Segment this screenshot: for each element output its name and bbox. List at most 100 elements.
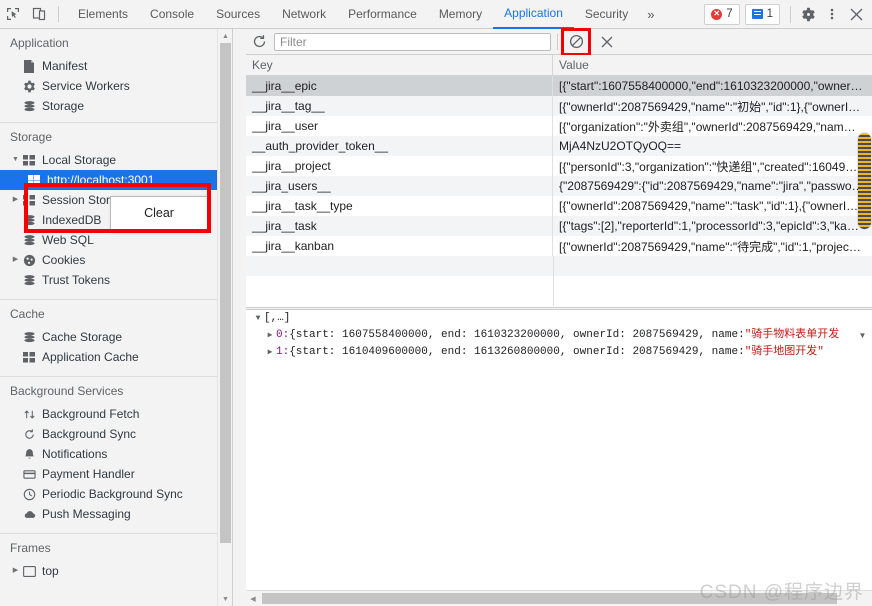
context-menu-item-clear[interactable]: Clear <box>111 197 207 229</box>
table-scroll-thumb[interactable] <box>858 133 871 229</box>
database-icon <box>21 274 37 287</box>
cell-value: [{"ownerId":2087569429,"name":"task","id… <box>559 199 859 213</box>
sidebar-item-label: IndexedDB <box>42 213 102 227</box>
sidebar-item-application-cache[interactable]: ▶ Application Cache <box>0 347 233 367</box>
refresh-icon[interactable] <box>246 30 272 54</box>
table-row[interactable]: __jira__tag__ [{"ownerId":2087569429,"na… <box>246 96 872 116</box>
sidebar-item-local-storage[interactable]: ▼ Local Storage <box>0 150 233 170</box>
cell-key: __jira__tag__ <box>246 96 553 116</box>
table-row[interactable]: __jira__task [{"tags":[2],"reporterId":1… <box>246 216 872 236</box>
column-header-value[interactable]: Value <box>553 55 872 75</box>
kebab-menu-icon[interactable] <box>820 2 844 26</box>
sidebar-item-service-workers[interactable]: ▶ Service Workers <box>0 76 233 96</box>
table-row[interactable]: __jira__project [{"personId":3,"organiza… <box>246 156 872 176</box>
collapse-arrow-icon[interactable]: ▼ <box>252 310 264 327</box>
tab-network[interactable]: Network <box>271 0 337 29</box>
sidebar-section-background-services: Background Services <box>10 384 124 398</box>
sidebar-scroll-thumb[interactable] <box>220 43 231 543</box>
sidebar-item-periodic-background-sync[interactable]: ▶ Periodic Background Sync <box>0 484 233 504</box>
cell-key: __jira__epic <box>246 76 553 96</box>
tab-console[interactable]: Console <box>139 0 205 29</box>
scroll-down-arrow-icon[interactable]: ▼ <box>218 592 233 606</box>
tab-application[interactable]: Application <box>493 0 574 29</box>
sidebar-item-background-fetch[interactable]: ▶ Background Fetch <box>0 404 233 424</box>
more-tabs-icon[interactable]: » <box>639 0 662 29</box>
sidebar-item-storage[interactable]: ▶ Storage <box>0 96 233 116</box>
cloud-icon <box>21 508 37 521</box>
panel-splitter[interactable] <box>233 29 247 606</box>
table-row[interactable]: __jira__epic [{"start":1607558400000,"en… <box>246 76 872 96</box>
expand-arrow-icon[interactable]: ▶ <box>10 250 21 270</box>
sidebar-item-web-sql[interactable]: ▶ Web SQL <box>0 230 233 250</box>
preview-horizontal-scrollbar[interactable]: ◀ <box>246 590 872 606</box>
sidebar-item-label: Cookies <box>42 253 86 267</box>
gear-icon[interactable] <box>796 2 820 26</box>
tab-elements[interactable]: Elements <box>67 0 139 29</box>
sidebar-item-label: Trust Tokens <box>42 273 111 287</box>
preview-entry-line[interactable]: ▶ 0: {start: 1607558400000, end: 1610323… <box>252 327 872 344</box>
preview-content: ▼ [,…] ▶ 0: {start: 1607558400000, end: … <box>246 310 872 361</box>
cell-value: [{"personId":3,"organization":"快递组","cre… <box>559 159 858 174</box>
column-header-key[interactable]: Key <box>246 55 553 75</box>
sidebar-item-manifest[interactable]: ▶ Manifest <box>0 56 233 76</box>
database-icon <box>21 214 37 227</box>
cell-key: __jira__project <box>246 156 553 176</box>
table-icon <box>21 154 37 166</box>
message-count-badge[interactable]: 1 <box>744 3 780 25</box>
scroll-left-arrow-icon[interactable]: ◀ <box>246 591 260 606</box>
sidebar-item-payment-handler[interactable]: ▶ Payment Handler <box>0 464 233 484</box>
toolbar-divider <box>58 6 59 22</box>
inspect-element-icon[interactable] <box>0 2 26 26</box>
sidebar-item-label: Application Cache <box>42 350 139 364</box>
storage-panel: Key Value __jira__epic [{"start":1607558… <box>246 27 872 606</box>
expand-arrow-icon[interactable]: ▶ <box>10 190 21 210</box>
sidebar-item-push-messaging[interactable]: ▶ Push Messaging <box>0 504 233 524</box>
context-menu: Clear <box>110 196 208 230</box>
scroll-up-arrow-icon[interactable]: ▲ <box>218 29 233 43</box>
cell-value: [{"tags":[2],"reporterId":1,"processorId… <box>559 219 859 233</box>
expand-arrow-icon[interactable]: ▶ <box>264 344 276 361</box>
tab-security[interactable]: Security <box>574 0 639 29</box>
clear-all-button[interactable] <box>561 27 591 56</box>
table-row[interactable]: __jira_users__ {"2087569429":{"id":20875… <box>246 176 872 196</box>
sidebar-item-top-frame[interactable]: ▶ top <box>0 561 233 581</box>
sidebar-scrollbar[interactable]: ▲ ▼ <box>217 29 233 606</box>
sidebar-item-trust-tokens[interactable]: ▶ Trust Tokens <box>0 270 233 290</box>
sidebar-item-localhost-3001[interactable]: http://localhost:3001 <box>0 170 233 190</box>
clock-icon <box>21 488 37 501</box>
preview-scroll-down-icon[interactable]: ▼ <box>856 329 869 342</box>
table-scrollbar[interactable] <box>857 76 872 307</box>
delete-selected-button[interactable] <box>595 31 619 53</box>
table-row[interactable]: __jira__kanban [{"ownerId":2087569429,"n… <box>246 236 872 256</box>
preview-entry-text: {start: 1607558400000, end: 161032320000… <box>289 329 745 341</box>
expand-arrow-icon[interactable]: ▶ <box>264 327 276 344</box>
cell-value: {"2087569429":{"id":2087569429,"name":"j… <box>559 179 864 193</box>
cookie-icon <box>21 254 37 267</box>
sidebar-item-background-sync[interactable]: ▶ Background Sync <box>0 424 233 444</box>
table-row[interactable]: __jira__user [{"organization":"外卖组","own… <box>246 116 872 136</box>
preview-entry-line[interactable]: ▶ 1: {start: 1610409600000, end: 1613260… <box>252 344 872 361</box>
tab-performance[interactable]: Performance <box>337 0 428 29</box>
sidebar-item-label: http://localhost:3001 <box>47 173 155 187</box>
preview-hscroll-thumb[interactable] <box>262 593 837 604</box>
sidebar-item-cookies[interactable]: ▶ Cookies <box>0 250 233 270</box>
table-row[interactable]: __jira__task__type [{"ownerId":208756942… <box>246 196 872 216</box>
tab-memory[interactable]: Memory <box>428 0 493 29</box>
expand-arrow-icon[interactable]: ▶ <box>10 561 21 581</box>
preview-root-label: [,…] <box>264 312 291 324</box>
devtools-window: Elements Console Sources Network Perform… <box>0 0 872 606</box>
preview-root-line[interactable]: ▼ [,…] <box>252 310 872 327</box>
device-toolbar-icon[interactable] <box>26 2 52 26</box>
sidebar-section-application: Application <box>10 36 69 50</box>
error-icon: ✕ <box>711 8 723 20</box>
sidebar-item-cache-storage[interactable]: ▶ Cache Storage <box>0 327 233 347</box>
close-icon[interactable] <box>844 2 868 26</box>
tab-sources[interactable]: Sources <box>205 0 271 29</box>
collapse-arrow-icon[interactable]: ▼ <box>10 150 21 170</box>
sidebar-item-notifications[interactable]: ▶ Notifications <box>0 444 233 464</box>
search-input[interactable] <box>274 32 551 51</box>
table-row[interactable]: __auth_provider_token__ MjA4NzU2OTQyOQ== <box>246 136 872 156</box>
error-count-badge[interactable]: ✕ 7 <box>704 3 740 25</box>
sidebar-item-label: Cache Storage <box>42 330 123 344</box>
database-icon <box>21 331 37 344</box>
